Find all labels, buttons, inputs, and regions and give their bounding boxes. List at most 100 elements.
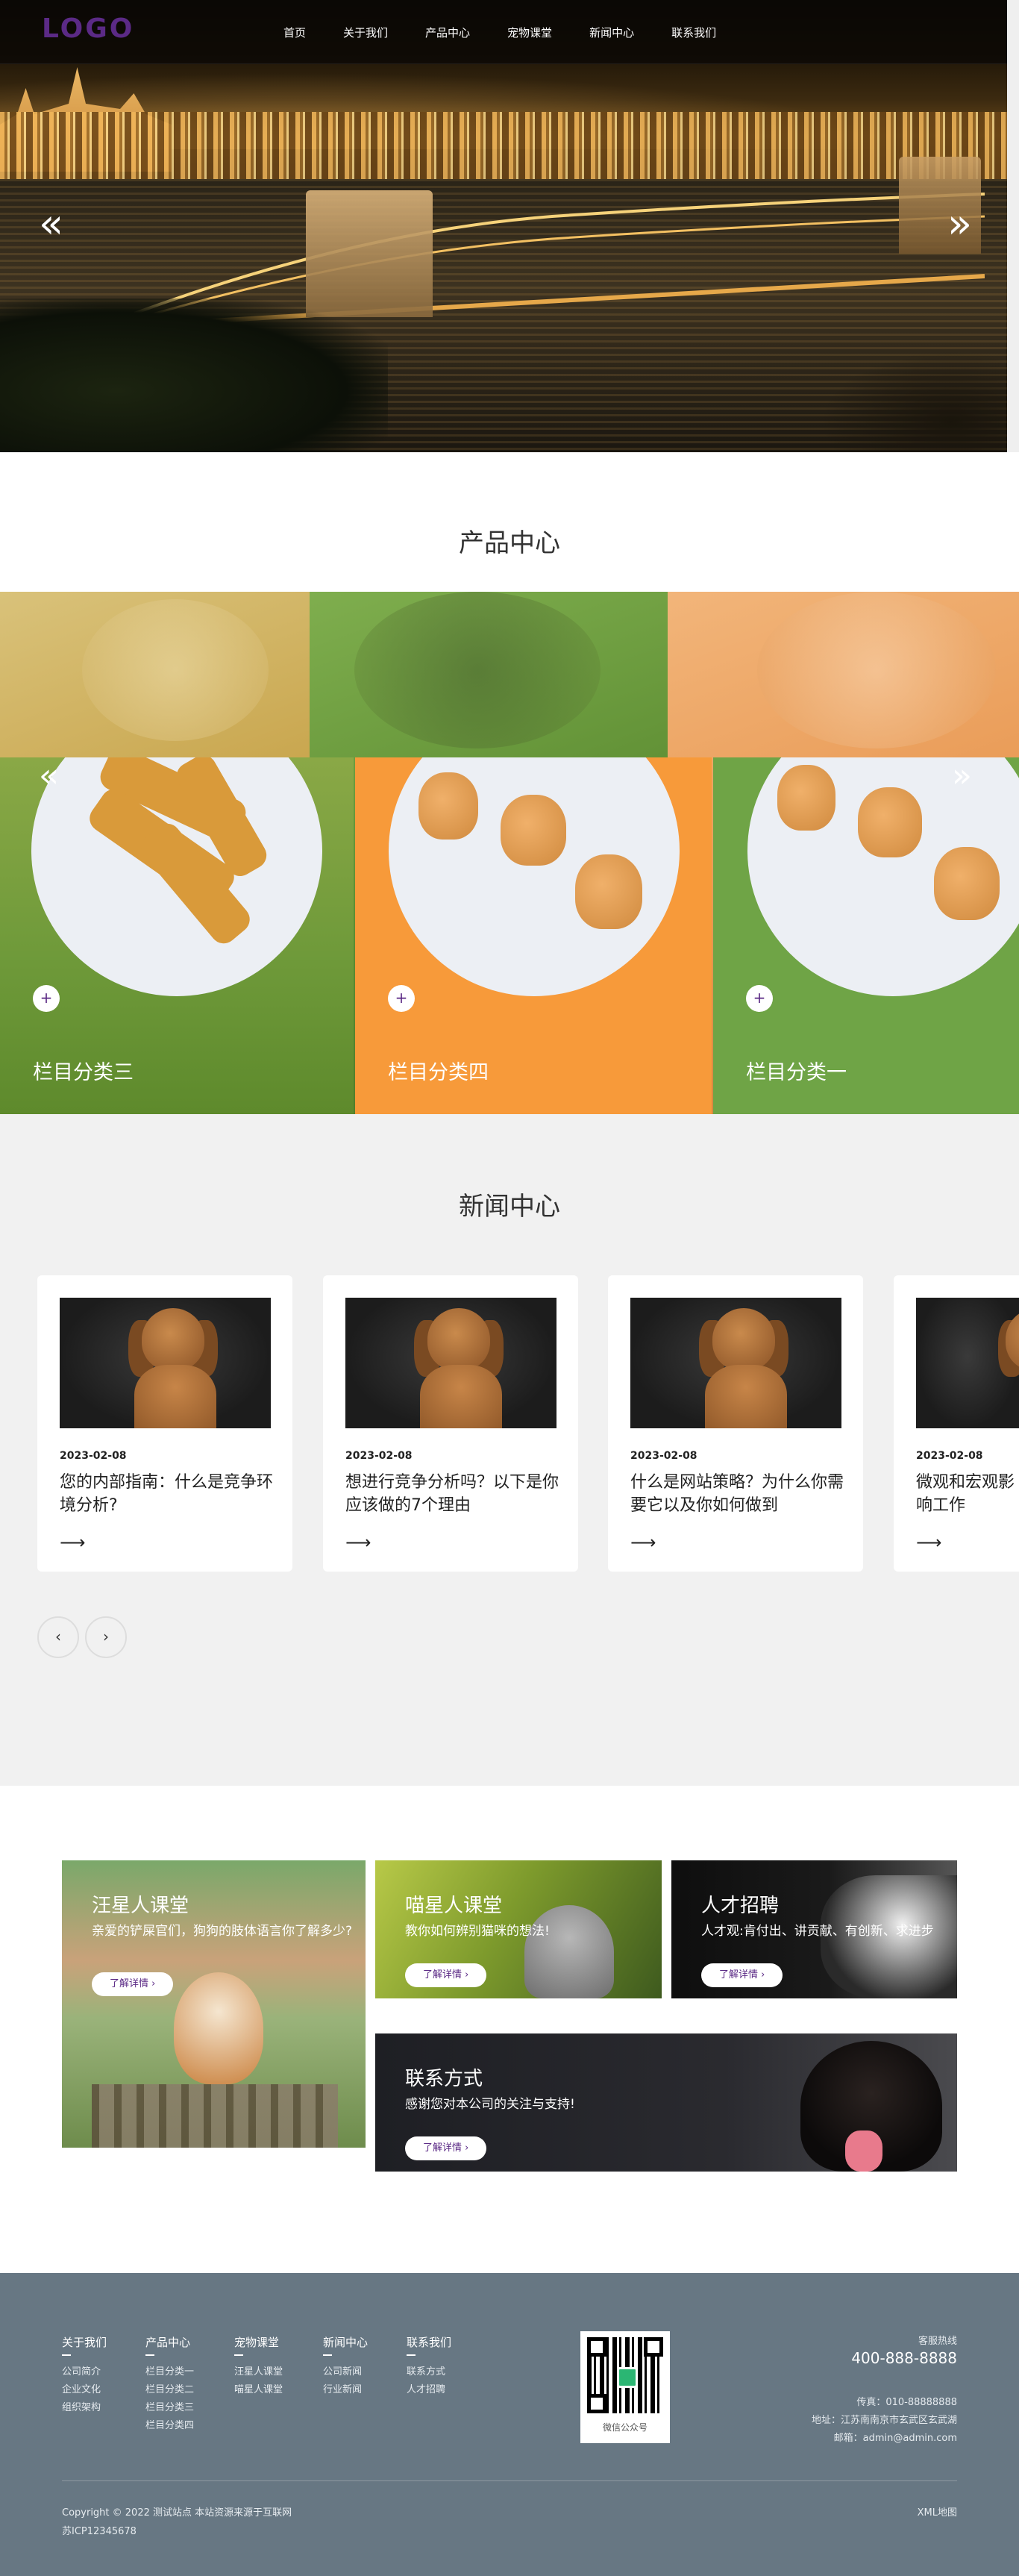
news-card[interactable]: 2023-02-08 您的内部指南：什么是竞争环境分析? ⟶ [37, 1275, 292, 1572]
promo-recruitment[interactable]: 人才招聘 人才观:肯付出、讲贡献、有创新、求进步 了解详情 › [671, 1860, 957, 1998]
footer-link[interactable]: 栏目分类四 [145, 2417, 194, 2435]
promo-title: 喵星人课堂 [405, 1895, 503, 1917]
news-title[interactable]: 微观和宏观影响工作 [916, 1471, 1019, 1517]
learn-more-button[interactable]: 了解详情 › [405, 2136, 487, 2160]
products-next-arrow[interactable]: » [952, 757, 972, 795]
footer-col-products: 产品中心 栏目分类一 栏目分类二 栏目分类三 栏目分类四 [145, 2334, 194, 2435]
nav-contact[interactable]: 联系我们 [671, 25, 716, 40]
news-title[interactable]: 您的内部指南：什么是竞争环境分析? [60, 1471, 276, 1517]
footer-col-news: 新闻中心 公司新闻 行业新闻 [323, 2334, 368, 2399]
promo-desc: 人才观:肯付出、讲贡献、有创新、求进步 [701, 1924, 934, 1939]
hotline-label: 客服热线 [918, 2336, 957, 2347]
promo-contact[interactable]: 联系方式 感谢您对本公司的关注与支持! 了解详情 › [375, 2033, 957, 2172]
product-card[interactable]: + 栏目分类三 [0, 757, 354, 1114]
footer-col-underline [407, 2354, 416, 2356]
hero-trees [0, 298, 388, 452]
dog-photo [174, 1972, 263, 2084]
arrow-right-icon[interactable]: ⟶ [916, 1532, 941, 1553]
product-category-label[interactable]: 栏目分类三 [33, 1056, 134, 1085]
arrow-right-icon[interactable]: ⟶ [60, 1532, 85, 1553]
learn-more-button[interactable]: 了解详情 › [405, 1963, 487, 1987]
arrow-right-icon[interactable]: ⟶ [345, 1532, 371, 1553]
sitemap-link[interactable]: XML地图 [918, 2504, 957, 2519]
footer-col-underline [62, 2354, 71, 2356]
products-carousel: + 栏目分类三 + 栏目分类四 + 栏目分类一 « » [0, 592, 1019, 1114]
hero-city-lights [0, 112, 1007, 179]
footer-link[interactable]: 栏目分类一 [145, 2363, 194, 2381]
news-next-button[interactable]: › [85, 1616, 127, 1658]
product-plate [747, 757, 1019, 996]
qr-corner [644, 2337, 663, 2357]
footer-col-underline [323, 2354, 332, 2356]
footer-link[interactable]: 组织架构 [62, 2399, 107, 2417]
news-title[interactable]: 什么是网站策略？为什么你需要它以及你如何做到 [630, 1471, 847, 1517]
news-date: 2023-02-08 [916, 1450, 983, 1462]
footer-link[interactable]: 喵星人课堂 [234, 2381, 283, 2399]
top-navigation-bar: LOGO 首页 关于我们 产品中心 宠物课堂 新闻中心 联系我们 [0, 0, 1007, 64]
promo-title: 人才招聘 [701, 1895, 780, 1917]
cat-photo [524, 1905, 614, 1998]
promo-dog-class[interactable]: 汪星人课堂 亲爱的铲屎官们，狗狗的肢体语言你了解多少? 了解详情 › [62, 1860, 366, 2148]
arrow-right-icon[interactable]: ⟶ [630, 1532, 656, 1553]
main-nav: 首页 关于我们 产品中心 宠物课堂 新闻中心 联系我们 [283, 0, 753, 64]
footer-col-title[interactable]: 联系我们 [407, 2334, 451, 2350]
footer-col-title[interactable]: 新闻中心 [323, 2334, 368, 2350]
promo-title: 汪星人课堂 [92, 1895, 189, 1917]
footer-link[interactable]: 公司新闻 [323, 2363, 368, 2381]
news-section: 新闻中心 2023-02-08 您的内部指南：什么是竞争环境分析? ⟶ 2023… [0, 1114, 1019, 1786]
product-card[interactable]: + 栏目分类四 [355, 757, 712, 1114]
footer-col-title[interactable]: 关于我们 [62, 2334, 107, 2350]
news-card[interactable]: 2023-02-08 微观和宏观影响工作 ⟶ [894, 1275, 1019, 1572]
hero-prev-arrow[interactable]: « [39, 201, 63, 246]
product-category-label[interactable]: 栏目分类一 [746, 1056, 847, 1085]
news-card[interactable]: 2023-02-08 什么是网站策略？为什么你需要它以及你如何做到 ⟶ [608, 1275, 863, 1572]
footer-link[interactable]: 栏目分类二 [145, 2381, 194, 2399]
footer-link[interactable]: 栏目分类三 [145, 2399, 194, 2417]
learn-more-button[interactable]: 了解详情 › [701, 1963, 783, 1987]
product-card[interactable]: + 栏目分类一 [713, 757, 1019, 1114]
dog-tongue [845, 2130, 882, 2172]
footer-link[interactable]: 人才招聘 [407, 2381, 451, 2399]
promo-desc: 亲爱的铲屎官们，狗狗的肢体语言你了解多少? [92, 1924, 353, 1939]
scrollbar-track[interactable] [1007, 0, 1019, 452]
footer-link[interactable]: 联系方式 [407, 2363, 451, 2381]
footer-link[interactable]: 公司简介 [62, 2363, 107, 2381]
icp-number[interactable]: 苏ICP12345678 [62, 2523, 137, 2537]
promo-cat-class[interactable]: 喵星人课堂 教你如何辨别猫咪的想法! 了解详情 › [375, 1860, 662, 1998]
treat-image [575, 854, 642, 929]
news-title[interactable]: 想进行竞争分析吗？以下是你应该做的7个理由 [345, 1471, 562, 1517]
news-prev-button[interactable]: ‹ [37, 1616, 79, 1658]
news-section-title: 新闻中心 [459, 1192, 560, 1222]
product-category-label[interactable]: 栏目分类四 [388, 1056, 489, 1085]
footer-link[interactable]: 企业文化 [62, 2381, 107, 2399]
qr-corner [587, 2394, 606, 2413]
hero-banner: LOGO 首页 关于我们 产品中心 宠物课堂 新闻中心 联系我们 « » [0, 0, 1007, 452]
news-date: 2023-02-08 [630, 1450, 697, 1462]
footer-link[interactable]: 行业新闻 [323, 2381, 368, 2399]
products-prev-arrow[interactable]: « [39, 757, 59, 795]
learn-more-button[interactable]: 了解详情 › [92, 1972, 174, 1996]
hero-next-arrow[interactable]: » [947, 201, 972, 246]
news-card[interactable]: 2023-02-08 想进行竞争分析吗？以下是你应该做的7个理由 ⟶ [323, 1275, 578, 1572]
nav-products[interactable]: 产品中心 [425, 25, 470, 40]
footer-col-title[interactable]: 宠物课堂 [234, 2334, 283, 2350]
plus-icon[interactable]: + [388, 985, 415, 1012]
hotline-number: 400-888-8888 [851, 2349, 957, 2367]
news-date: 2023-02-08 [60, 1450, 127, 1462]
nav-about[interactable]: 关于我们 [343, 25, 388, 40]
nav-pet-class[interactable]: 宠物课堂 [507, 25, 552, 40]
news-date: 2023-02-08 [345, 1450, 413, 1462]
footer-col-underline [234, 2354, 243, 2356]
footer-col-title[interactable]: 产品中心 [145, 2334, 194, 2350]
nav-news[interactable]: 新闻中心 [589, 25, 634, 40]
product-plate [389, 757, 680, 996]
nav-home[interactable]: 首页 [283, 25, 306, 40]
plus-icon[interactable]: + [33, 985, 60, 1012]
qr-corner [587, 2337, 606, 2357]
dog-photo [800, 2041, 942, 2172]
plus-icon[interactable]: + [746, 985, 773, 1012]
site-logo[interactable]: LOGO [42, 13, 134, 44]
hero-trees-right [821, 351, 1007, 452]
rail-track-photo [92, 2084, 338, 2148]
footer-link[interactable]: 汪星人课堂 [234, 2363, 283, 2381]
